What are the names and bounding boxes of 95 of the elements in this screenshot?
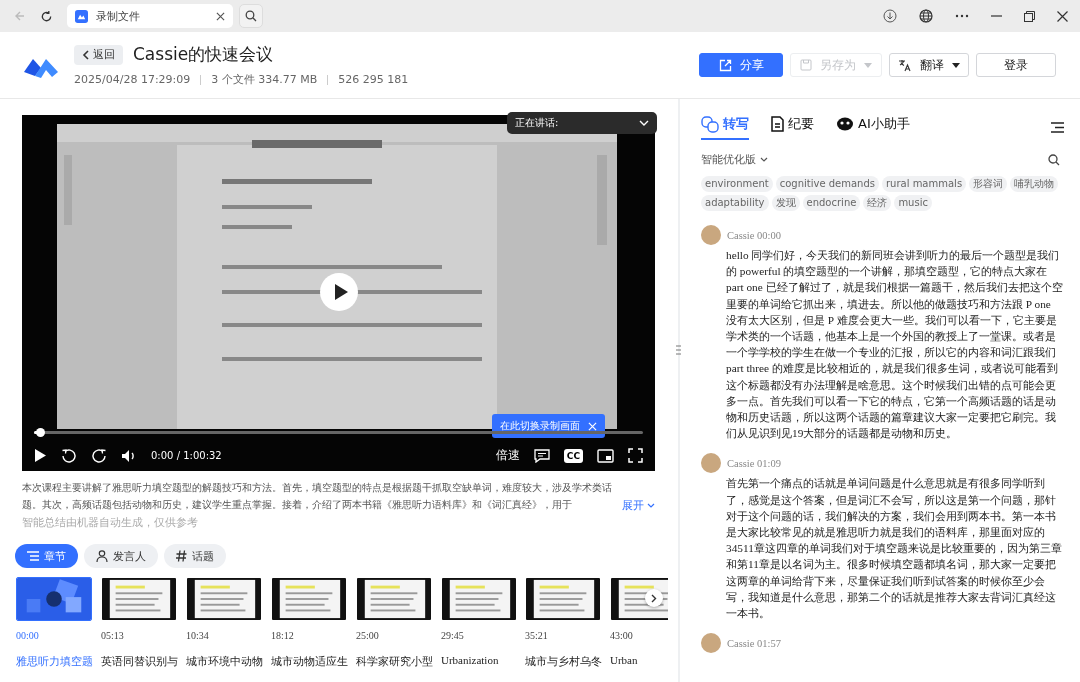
chapter-title[interactable]: Urbanization [441, 654, 517, 666]
minutes-tab[interactable]: 纪要 [771, 115, 814, 140]
meeting-id: 526 295 181 [338, 73, 409, 86]
browser-tab[interactable]: 录制文件 [67, 4, 233, 28]
keyword-tag[interactable]: environment [701, 176, 773, 192]
save-icon [800, 59, 812, 71]
keyword-tag[interactable]: 哺乳动物 [1010, 176, 1059, 192]
chapter-time: 00:00 [16, 630, 40, 641]
keyword-tag[interactable]: music [894, 195, 932, 211]
robot-icon [836, 117, 854, 131]
close-icon[interactable] [1057, 10, 1068, 22]
chapter-time: 29:45 [441, 630, 465, 641]
file-info: 3 个文件 334.77 MB [211, 72, 318, 87]
back-button[interactable]: 返回 [74, 44, 123, 65]
transcript-tab[interactable]: 转写 [701, 115, 749, 140]
chapter-title[interactable]: 城市动物适应生 [271, 654, 348, 669]
chapter-title[interactable]: 城市环境中动物 [186, 654, 263, 669]
keyword-tag[interactable]: 经济 [863, 195, 892, 211]
expand-link[interactable]: 展开 [622, 498, 655, 513]
translate-button[interactable]: 翻译 [889, 53, 969, 77]
play-icon[interactable] [34, 448, 47, 463]
chapter-title[interactable]: 城市与乡村乌冬 [525, 654, 602, 669]
speaker-time: Cassie 01:09 [727, 457, 781, 469]
chevron-left-icon [82, 49, 89, 60]
list-icon [27, 551, 39, 561]
download-icon[interactable] [883, 9, 897, 23]
login-button[interactable]: 登录 [976, 53, 1056, 77]
forward-icon[interactable] [91, 447, 107, 464]
chapter-title[interactable]: 科学家研究小型 [356, 654, 433, 669]
speakers-tab[interactable]: 发言人 [84, 544, 158, 568]
chapter-time: 10:34 [186, 630, 210, 641]
meeting-title: Cassie的快速会议 [133, 43, 274, 66]
transcript-text: hello 同学们好，今天我们的新同班会讲到听力的最后一个题型是我们的 powerful 的填空题型的一个讲解，那填空题型，它的特点大家在 part one 已经了解过了，就是我们根据一篇题干，然后我们去把这个空里要的单词给它抓出来，填进去。所以他的做题技巧和方法跟 P one 没有太大区别，但是 P 难度会更大一些。我们可以看一下，它主要是学术类的一个话题，他基本上是一个外国的教授上了一堂课。或者是一个学学校的学生在做一个专业的汇报，所以它的内容和词汇跟我们 part three 的难度是比较相近的，就是我们很多生词，或者说可能看到这个标题都没有办法理解是啥意思。这个时候我们出错的点可能会更多一点。首先我们可以看一下它的特点，它第一个高频话题的话是动物和历史话题，所以这两个话题的篇章建议大家一定要把它刷完。我们从见识到见19大部分的话题都是动物和历史。 [726, 248, 1064, 442]
person-icon [96, 550, 108, 562]
chapter-time: 18:12 [271, 630, 295, 641]
chevron-down-icon [647, 503, 655, 508]
keyword-tag[interactable]: 形容词 [969, 176, 1008, 192]
summary-text: 本次课程主要讲解了雅思听力填空题型的解题技巧和方法。首先，填空题型的特点是根据题干抓取空缺单词，难度较大，涉及学术类话题。其次，高频话题包括动物和历史，建议学生重点掌握。接着，介绍了两本书籍《雅思听力语料库》和《词汇真经》，用于 [22, 481, 613, 512]
chapter-title[interactable]: 雅思听力填空题 [16, 654, 93, 669]
version-dropdown[interactable]: 智能优化版 [701, 152, 768, 167]
chapter-title[interactable]: Urban [610, 654, 668, 666]
search-icon [245, 10, 257, 22]
playback-time: 0:00 / 1:00:32 [151, 450, 222, 461]
resize-handle[interactable] [676, 344, 681, 356]
share-icon [718, 58, 732, 72]
reload-icon[interactable] [40, 9, 53, 23]
rewind-icon[interactable] [61, 447, 77, 464]
hash-icon [176, 550, 187, 562]
globe-icon[interactable] [919, 9, 933, 23]
restore-icon[interactable] [1024, 10, 1035, 22]
topics-tab[interactable]: 话题 [164, 544, 226, 568]
chevron-down-icon [639, 120, 649, 126]
meeting-date: 2025/04/28 17:29:09 [74, 73, 191, 86]
chapter-time: 05:13 [101, 630, 125, 641]
caret-icon [952, 62, 960, 68]
avatar [701, 633, 721, 654]
chevron-right-icon [651, 593, 657, 603]
translate-icon [898, 58, 912, 72]
summary-note: 智能总结由机器自动生成，仅供参考 [22, 516, 199, 530]
fullscreen-icon[interactable] [628, 448, 643, 463]
app-logo-icon [75, 9, 88, 23]
chevron-down-icon [760, 157, 768, 162]
progress-handle[interactable] [36, 428, 46, 437]
keyword-tag[interactable]: endocrine [802, 195, 861, 211]
chapter-time: 43:00 [610, 630, 634, 641]
keyword-tag[interactable]: cognitive demands [775, 176, 879, 192]
speaker-dropdown[interactable]: 正在讲话: [507, 112, 657, 134]
keyword-tag[interactable]: 发现 [771, 195, 800, 211]
keyword-tag[interactable]: adaptability [701, 195, 769, 211]
share-button[interactable]: 分享 [699, 53, 783, 77]
chapter-time: 25:00 [356, 630, 380, 641]
switch-tooltip[interactable]: 在此切换录制画面 [492, 414, 605, 438]
chapter-title[interactable]: 英语同替识别与 [101, 654, 178, 669]
search-icon[interactable] [1048, 153, 1060, 166]
search-button[interactable] [239, 4, 263, 28]
keyword-tag[interactable]: rural mammals [882, 176, 967, 192]
picture-in-picture-icon[interactable] [597, 448, 614, 463]
close-icon[interactable] [216, 11, 225, 21]
speed-button[interactable]: 倍速 [495, 447, 520, 464]
caret-icon [864, 62, 872, 68]
transcript-text: 首先第一个痛点的话就是单词问题是什么意思就是有很多同学听到了，感觉是这个答案，但是词汇不会写，所以这是第一个问题，那针对于这个问题的话，我们解决的方案，我们会用到两本书。第一本书是大家比较常见的就是雅思听力就是我们的语料库，那里面对应的34511章这四章的单词我们对于填空题来说是比较重要的，因为第三章和第11章是以名词为主。很多时候填空题都填名词，那大家一定要把这两章的单词给背下来，尽量保证我们听到试答案的时候你至少会写，我知道是什么意思，那第二个的话就是推荐大家去背词汇真经这一本书。 [726, 476, 1063, 622]
more-icon[interactable] [955, 14, 969, 18]
play-icon [333, 283, 349, 301]
transcript-icon[interactable] [533, 448, 550, 463]
document-icon [771, 116, 784, 132]
volume-icon[interactable] [121, 448, 137, 463]
chapter-time: 35:21 [525, 630, 549, 641]
avatar [701, 453, 721, 474]
list-icon[interactable] [1051, 122, 1064, 133]
speaker-time: Cassie 01:57 [727, 637, 781, 649]
assistant-tab[interactable]: AI小助手 [836, 115, 910, 140]
avatar [701, 225, 721, 245]
speaker-time: Cassie 00:00 [727, 229, 781, 241]
chapters-tab[interactable]: 章节 [15, 544, 78, 568]
speech-bubbles-icon [701, 115, 719, 133]
